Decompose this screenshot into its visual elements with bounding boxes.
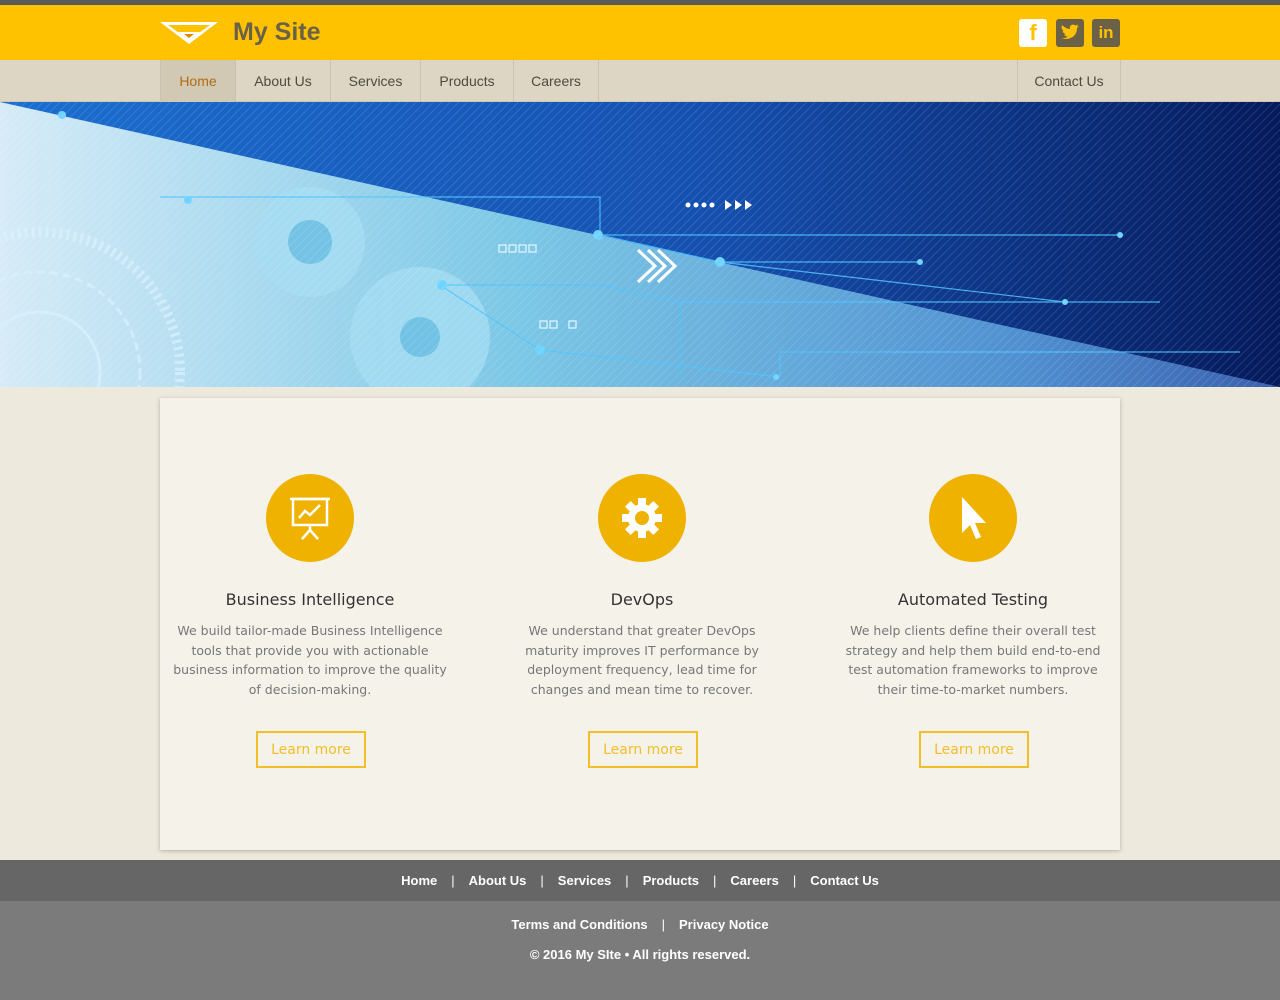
feature-automated-testing: Automated Testing We help clients define… [823, 398, 1123, 850]
learn-more-button[interactable]: Learn more [256, 731, 366, 768]
site-title[interactable]: My Site [233, 18, 321, 47]
footer-link-about-us[interactable]: About Us [469, 873, 527, 888]
logo-icon[interactable] [160, 20, 218, 46]
feature-devops: DevOps We understand that greater DevOps… [492, 398, 792, 850]
nav-item-home[interactable]: Home [160, 60, 236, 102]
twitter-icon[interactable] [1056, 19, 1084, 47]
separator: | [625, 873, 629, 888]
nav-item-about-us[interactable]: About Us [236, 60, 331, 102]
footer-link-home[interactable]: Home [401, 873, 437, 888]
feature-title: Automated Testing [897, 590, 1049, 609]
learn-more-button[interactable]: Learn more [919, 731, 1029, 768]
feature-description: We understand that greater DevOps maturi… [525, 623, 759, 697]
feature-description: We build tailor-made Business Intelligen… [173, 623, 447, 697]
services-card: Business Intelligence We build tailor-ma… [160, 398, 1120, 850]
feature-title: Business Intelligence [225, 590, 395, 609]
gear-icon [598, 474, 686, 562]
linkedin-icon[interactable]: in [1092, 19, 1120, 47]
nav-item-services[interactable]: Services [331, 60, 421, 102]
separator: | [451, 873, 455, 888]
nav-item-careers[interactable]: Careers [514, 60, 599, 102]
learn-more-button[interactable]: Learn more [588, 731, 698, 768]
footer-link-products[interactable]: Products [643, 873, 699, 888]
facebook-icon[interactable]: f [1019, 19, 1047, 47]
cursor-icon [929, 474, 1017, 562]
main-nav: Home About Us Services Products Careers … [0, 60, 1280, 102]
privacy-link[interactable]: Privacy Notice [679, 917, 769, 932]
site-header: My Site f in [0, 5, 1280, 60]
nav-item-products[interactable]: Products [421, 60, 514, 102]
footer-bottom: Terms and Conditions | Privacy Notice © … [0, 901, 1280, 1000]
footer-link-services[interactable]: Services [558, 873, 612, 888]
separator: | [792, 873, 797, 888]
legal-links: Terms and Conditions | Privacy Notice [0, 917, 1280, 932]
separator: | [540, 873, 544, 888]
separator: | [661, 917, 666, 932]
footer-link-contact-us[interactable]: Contact Us [810, 873, 879, 888]
terms-link[interactable]: Terms and Conditions [511, 917, 647, 932]
nav-item-contact-us[interactable]: Contact Us [1017, 60, 1121, 102]
feature-description: We help clients define their overall tes… [845, 623, 1101, 697]
footer-link-careers[interactable]: Careers [730, 873, 778, 888]
hero-banner [0, 102, 1280, 387]
footer-nav: Home | About Us | Services | Products | … [0, 860, 1280, 901]
copyright: © 2016 My SIte • All rights reserved. [529, 947, 751, 962]
feature-title: DevOps [610, 590, 674, 609]
presentation-chart-icon [266, 474, 354, 562]
feature-business-intelligence: Business Intelligence We build tailor-ma… [160, 398, 460, 850]
separator: | [713, 873, 717, 888]
